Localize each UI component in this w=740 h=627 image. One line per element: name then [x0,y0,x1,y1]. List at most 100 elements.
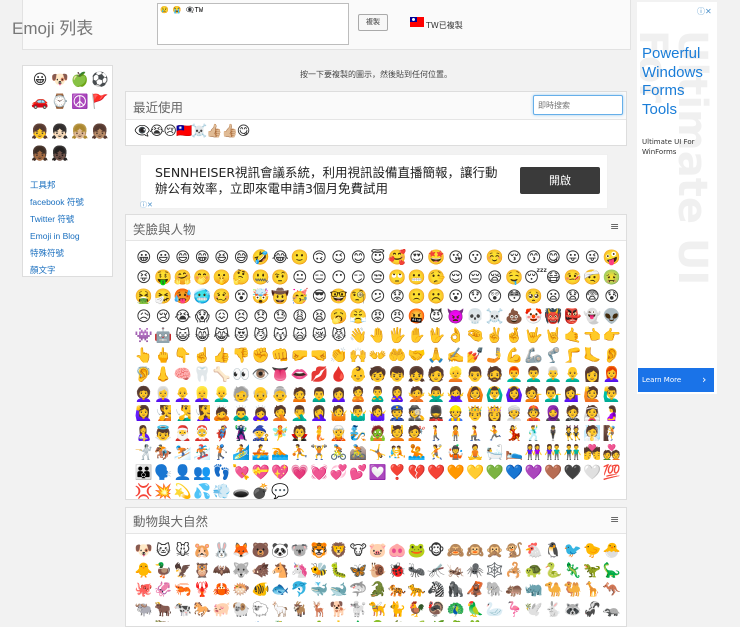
emoji-item[interactable]: 🦁 [329,542,349,562]
emoji-item[interactable]: 💝 [251,464,271,484]
menu-icon[interactable]: ≡ [610,220,619,233]
emoji-item[interactable]: 🤦 [271,405,291,425]
emoji-item[interactable]: 😐 [290,269,310,289]
copy-textarea[interactable]: 😢 😭 👁‍🗨TW [157,3,349,45]
emoji-item[interactable]: 💫 [173,483,193,501]
emoji-item[interactable]: 💪 [505,347,525,367]
emoji-item[interactable]: 🙍‍♀️ [329,386,349,406]
emoji-item[interactable]: 🐘 [485,581,505,601]
emoji-item[interactable]: 🦡 [602,601,622,621]
emoji-item[interactable]: 😴 [524,269,547,289]
emoji-item[interactable]: 🙅‍♂️ [427,386,447,406]
emoji-item[interactable]: 🧚 [271,425,291,445]
emoji-item[interactable]: 🐒 [505,542,525,562]
emoji-item[interactable]: 🤕 [583,269,603,289]
recent-emoji[interactable]: 😋 [237,124,251,139]
ad-info-icon[interactable]: ⓘ✕ [140,200,162,210]
emoji-item[interactable]: 💁 [524,386,544,406]
emoji-item[interactable]: 🦍 [446,581,466,601]
emoji-item[interactable]: ⛷️ [173,444,193,464]
emoji-item[interactable]: 🕸️ [485,562,505,582]
emoji-item[interactable]: 🦷 [193,366,213,386]
emoji-item[interactable]: 👉 [602,327,622,347]
emoji-item[interactable]: 🤷‍♀️ [368,405,388,425]
emoji-item[interactable]: 👍 [212,347,232,367]
emoji-item[interactable]: 🦆 [154,562,174,582]
emoji-item[interactable]: 💏 [583,444,603,464]
emoji-item[interactable]: 🤫 [212,269,232,289]
emoji-item[interactable]: 🦹 [232,425,252,445]
emoji-item[interactable]: 💋 [310,366,330,386]
emoji-item[interactable]: 😳 [505,288,525,308]
emoji-item[interactable]: 👄 [290,366,310,386]
emoji-item[interactable]: 💃 [505,425,525,445]
emoji-item[interactable]: 🦀 [212,581,232,601]
emoji-item[interactable]: 🦙 [271,601,291,621]
emoji-item[interactable]: 🥴 [212,288,232,308]
emoji-item[interactable]: 😗 [466,249,486,269]
emoji-item[interactable]: 💦 [193,483,213,501]
emoji-item[interactable]: 🖐️ [388,327,408,347]
emoji-item[interactable]: 🙎 [349,386,369,406]
emoji-item[interactable]: 🤎 [544,464,564,484]
emoji-item[interactable]: ⛹️ [290,444,310,464]
emoji-item[interactable]: 🐵 [427,542,447,562]
emoji-item[interactable]: 😌 [446,269,466,289]
emoji-item[interactable]: 💑 [602,444,622,464]
emoji-item[interactable]: 🐱 [154,542,174,562]
recent-emoji[interactable]: 👍🏼 [222,124,238,139]
emoji-item[interactable]: 👸 [485,405,505,425]
emoji-item[interactable]: 👈 [583,327,603,347]
emoji-item[interactable]: 🐴 [271,562,291,582]
emoji-item[interactable]: 👮 [388,405,408,425]
emoji-item[interactable]: 🦞 [193,581,213,601]
emoji-item[interactable]: 🦕 [602,562,622,582]
banner-ad-text[interactable]: SENNHEISER視訊會議系統，利用視訊設備直播簡報，讓行動辦公有效率，立即來… [155,165,510,197]
emoji-item[interactable]: 🙍 [290,386,310,406]
emoji-item[interactable]: 🛌 [505,444,525,464]
emoji-item[interactable]: 🐝 [310,562,330,582]
emoji-item[interactable]: 👨‍🦳 [544,366,564,386]
emoji-item[interactable]: 😏 [349,269,369,289]
emoji-item[interactable]: 👷 [446,405,466,425]
emoji-item[interactable]: 🕵️ [407,405,427,425]
emoji-item[interactable]: 🤯 [251,288,271,308]
emoji-item[interactable]: 😜 [583,249,603,269]
emoji-item[interactable]: 😹 [212,327,232,347]
emoji-item[interactable]: 🙇 [212,405,232,425]
emoji-item[interactable]: 😣 [232,308,252,328]
emoji-item[interactable]: 👎 [232,347,252,367]
emoji-item[interactable]: 🤜 [310,347,330,367]
emoji-item[interactable]: 😻 [232,327,252,347]
emoji-item[interactable]: 😈 [427,308,447,328]
emoji-item[interactable]: 👪 [134,464,154,484]
emoji-item[interactable]: 🤶 [193,425,213,445]
sidebar-link[interactable]: 工具邦 [30,177,84,194]
recent-emoji[interactable]: 😭 [149,124,164,139]
skin-tone-option[interactable]: 👧🏿 [50,143,70,165]
emoji-item[interactable]: 💆 [388,425,408,445]
emoji-item[interactable]: 🐕 [329,601,349,621]
emoji-item[interactable]: 🤳 [485,347,505,367]
emoji-item[interactable]: 💢 [134,483,154,501]
emoji-item[interactable]: 🦐 [173,581,193,601]
emoji-item[interactable]: 😓 [271,308,291,328]
emoji-item[interactable]: 👇 [173,347,193,367]
category-icon[interactable]: ⌚ [50,91,70,113]
emoji-item[interactable]: 🏋️ [310,444,330,464]
emoji-item[interactable]: 🙈 [446,542,466,562]
emoji-item[interactable]: 🙏 [427,347,447,367]
emoji-item[interactable]: 💔 [407,464,427,484]
emoji-item[interactable]: 🙅 [407,386,427,406]
emoji-item[interactable]: 🦑 [154,581,174,601]
emoji-item[interactable]: 🤰 [602,405,622,425]
emoji-item[interactable]: 👶 [349,366,369,386]
emoji-item[interactable]: 🤺 [134,444,154,464]
emoji-item[interactable]: 💓 [310,464,330,484]
emoji-item[interactable]: 😄 [173,249,193,269]
emoji-item[interactable]: 😑 [310,269,330,289]
emoji-item[interactable]: 🏄 [232,444,252,464]
emoji-item[interactable]: 🦿 [544,347,564,367]
emoji-item[interactable]: 🤣 [251,249,271,269]
emoji-item[interactable]: 👐 [368,347,388,367]
